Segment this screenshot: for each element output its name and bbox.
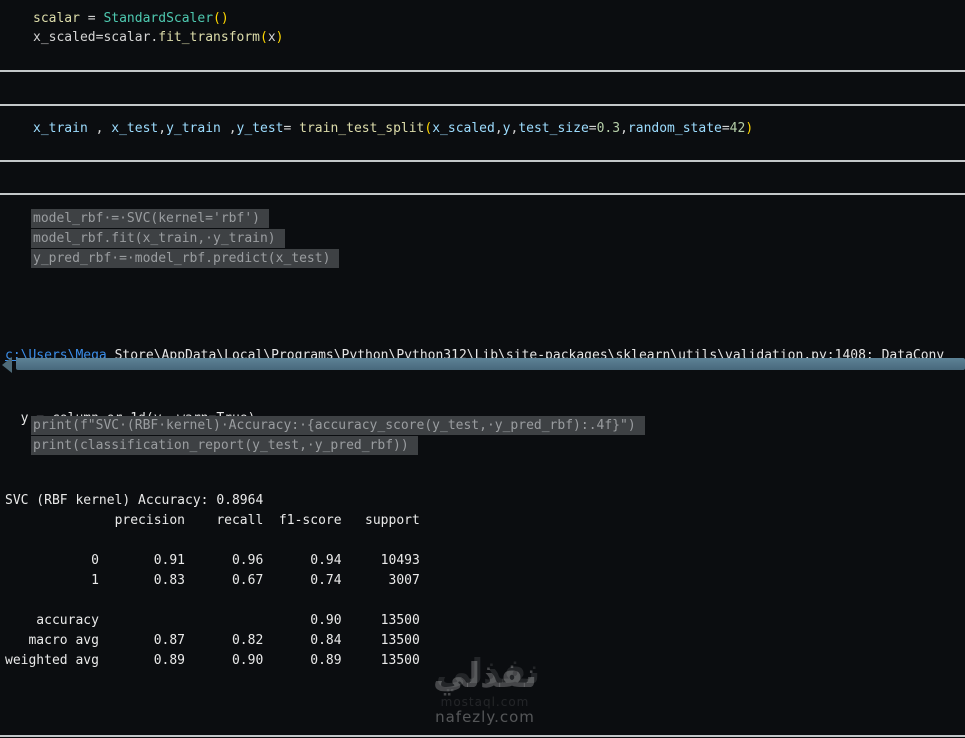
code-token[interactable]: =: [722, 121, 730, 136]
notebook-screen: scalar = StandardScaler() x_scaled=scalar…: [0, 0, 965, 738]
cell-divider: [0, 104, 965, 106]
code-token[interactable]: y_train: [166, 121, 229, 136]
selected-code-line[interactable]: model_rbf·=·SVC(kernel='rbf'): [31, 209, 339, 229]
selected-code-line[interactable]: print(classification_report(y_test,·y_pr…: [31, 436, 645, 456]
selected-code-line[interactable]: print(f"SVC·(RBF·kernel)·Accuracy:·{accu…: [31, 416, 645, 436]
code-cell-1[interactable]: scalar = StandardScaler() x_scaled=scalar…: [33, 9, 283, 47]
code-token[interactable]: StandardScaler: [103, 11, 213, 26]
cell-divider: [0, 70, 965, 72]
selected-code-line[interactable]: y_pred_rbf·=·model_rbf.predict(x_test): [31, 249, 340, 269]
code-token[interactable]: 0.3: [597, 121, 620, 136]
code-token[interactable]: x: [268, 30, 276, 45]
code-token[interactable]: x_scaled: [432, 121, 495, 136]
classification-report: SVC (RBF kernel) Accuracy: 0.8964 precis…: [5, 493, 420, 668]
code-token[interactable]: (): [213, 11, 229, 26]
code-token[interactable]: x_scaled: [33, 30, 96, 45]
code-token[interactable]: ,: [158, 121, 166, 136]
watermark-arabic-text: نفذلي: [432, 656, 538, 696]
code-token[interactable]: (: [260, 30, 268, 45]
selected-text[interactable]: print(f"SVC·(RBF·kernel)·Accuracy:·{accu…: [31, 416, 645, 435]
code-token[interactable]: =: [80, 11, 103, 26]
selected-code-line[interactable]: model_rbf.fit(x_train,·y_train): [31, 229, 339, 249]
bottom-divider: [0, 735, 965, 737]
code-token[interactable]: ): [745, 121, 753, 136]
code-token[interactable]: =: [284, 121, 300, 136]
code-token[interactable]: scalar: [103, 30, 150, 45]
code-token[interactable]: random_state: [628, 121, 722, 136]
code-token[interactable]: 42: [730, 121, 746, 136]
selected-text[interactable]: print(classification_report(y_test,·y_pr…: [31, 436, 418, 455]
code-token[interactable]: fit_transform: [158, 30, 260, 45]
watermark-site: nafezly.com: [435, 708, 535, 726]
code-token[interactable]: train_test_split: [299, 121, 424, 136]
code-cell-3[interactable]: model_rbf·=·SVC(kernel='rbf') model_rbf.f…: [31, 209, 340, 269]
cell-divider: [0, 193, 965, 195]
code-token[interactable]: x_train: [33, 121, 96, 136]
code-token[interactable]: ,: [229, 121, 237, 136]
code-line[interactable]: x_scaled=scalar.fit_transform(x): [33, 28, 283, 47]
code-token[interactable]: =: [589, 121, 597, 136]
code-cell-2[interactable]: x_train , x_test,y_train ,y_test= train_…: [33, 119, 753, 138]
horizontal-scrollbar[interactable]: [16, 358, 965, 370]
code-token[interactable]: x_test: [111, 121, 158, 136]
code-token[interactable]: ,: [96, 121, 112, 136]
code-token[interactable]: y_test: [237, 121, 284, 136]
code-token[interactable]: ): [276, 30, 284, 45]
code-token[interactable]: scalar: [33, 11, 80, 26]
code-token[interactable]: test_size: [518, 121, 588, 136]
code-cell-4[interactable]: print(f"SVC·(RBF·kernel)·Accuracy:·{accu…: [31, 416, 645, 456]
code-token[interactable]: y: [503, 121, 511, 136]
scroll-left-arrow-icon[interactable]: [2, 357, 12, 373]
watermark: نفذلي mostaql.com nafezly.com: [403, 656, 567, 726]
cell-divider: [0, 160, 965, 162]
selected-text[interactable]: model_rbf.fit(x_train,·y_train): [31, 229, 285, 248]
code-line[interactable]: x_train , x_test,y_train ,y_test= train_…: [33, 119, 753, 138]
code-line[interactable]: scalar = StandardScaler(): [33, 9, 283, 28]
selected-text[interactable]: y_pred_rbf·=·model_rbf.predict(x_test): [31, 249, 340, 268]
selected-text[interactable]: model_rbf·=·SVC(kernel='rbf'): [31, 209, 269, 228]
code-token[interactable]: ,: [620, 121, 628, 136]
code-token[interactable]: ,: [495, 121, 503, 136]
